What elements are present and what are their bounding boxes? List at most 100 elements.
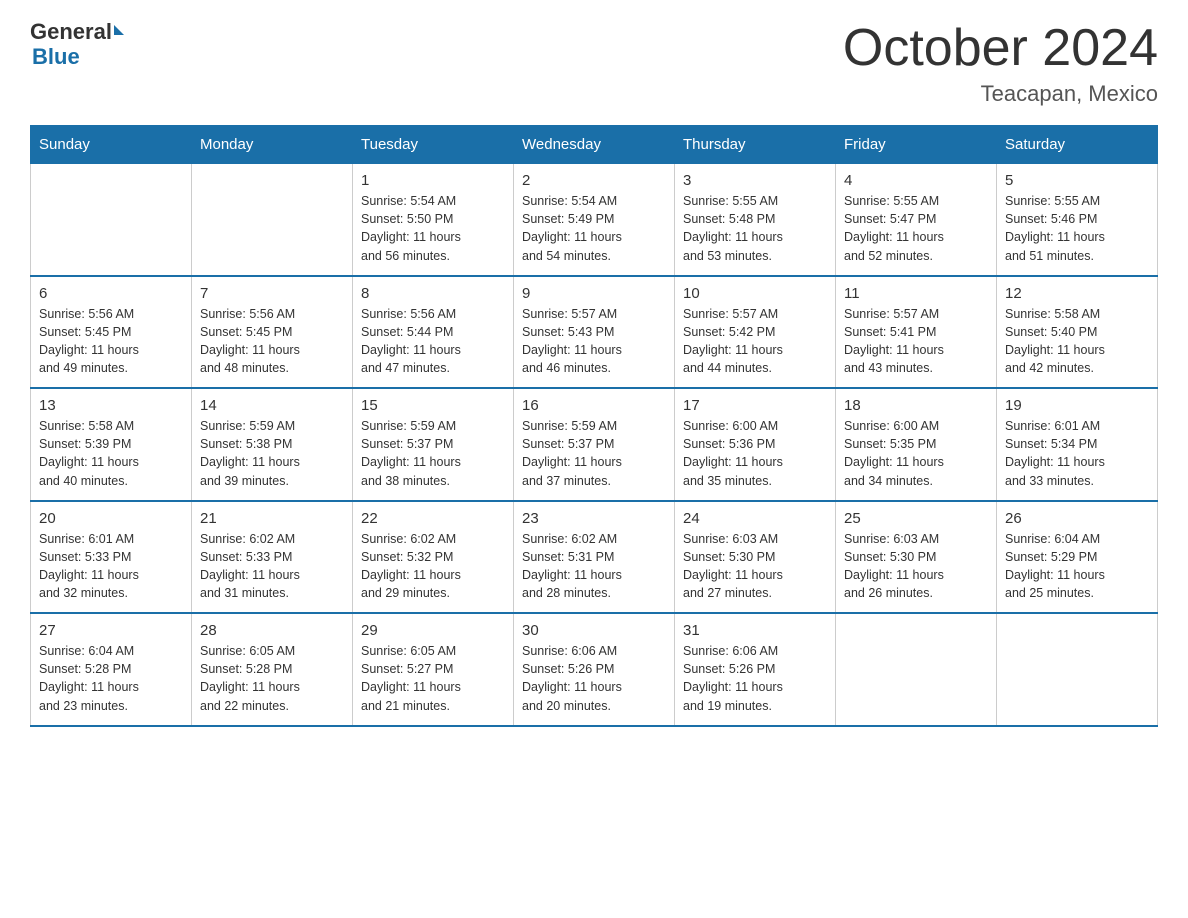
day-number: 13 <box>39 397 183 414</box>
calendar-cell <box>836 613 997 726</box>
day-number: 24 <box>683 510 827 527</box>
day-number: 30 <box>522 622 666 639</box>
day-info: Sunrise: 5:57 AM Sunset: 5:41 PM Dayligh… <box>844 305 988 378</box>
day-number: 14 <box>200 397 344 414</box>
day-number: 17 <box>683 397 827 414</box>
calendar-cell: 3 Sunrise: 5:55 AM Sunset: 5:48 PM Daylig… <box>675 164 836 276</box>
day-number: 25 <box>844 510 988 527</box>
day-number: 6 <box>39 285 183 302</box>
day-info: Sunrise: 5:54 AM Sunset: 5:50 PM Dayligh… <box>361 192 505 265</box>
day-number: 1 <box>361 172 505 189</box>
calendar-week-row: 1 Sunrise: 5:54 AM Sunset: 5:50 PM Daylig… <box>31 164 1158 276</box>
day-number: 8 <box>361 285 505 302</box>
page-header: General Blue October 2024 Teacapan, Mexi… <box>30 20 1158 107</box>
title-section: October 2024 Teacapan, Mexico <box>843 20 1158 107</box>
day-number: 7 <box>200 285 344 302</box>
calendar-cell: 29 Sunrise: 6:05 AM Sunset: 5:27 PM Dayli… <box>353 613 514 726</box>
calendar-cell <box>997 613 1158 726</box>
day-info: Sunrise: 6:03 AM Sunset: 5:30 PM Dayligh… <box>844 530 988 603</box>
calendar-cell: 9 Sunrise: 5:57 AM Sunset: 5:43 PM Daylig… <box>514 276 675 389</box>
day-info: Sunrise: 5:55 AM Sunset: 5:47 PM Dayligh… <box>844 192 988 265</box>
day-number: 16 <box>522 397 666 414</box>
calendar-cell: 17 Sunrise: 6:00 AM Sunset: 5:36 PM Dayli… <box>675 388 836 501</box>
weekday-header-saturday: Saturday <box>997 126 1158 164</box>
day-info: Sunrise: 6:00 AM Sunset: 5:35 PM Dayligh… <box>844 417 988 490</box>
day-number: 22 <box>361 510 505 527</box>
day-info: Sunrise: 6:04 AM Sunset: 5:29 PM Dayligh… <box>1005 530 1149 603</box>
day-number: 11 <box>844 285 988 302</box>
weekday-header-monday: Monday <box>192 126 353 164</box>
calendar-cell: 8 Sunrise: 5:56 AM Sunset: 5:44 PM Daylig… <box>353 276 514 389</box>
calendar-cell: 21Sunrise: 6:02 AM Sunset: 5:33 PM Dayli… <box>192 501 353 614</box>
calendar-table: SundayMondayTuesdayWednesdayThursdayFrid… <box>30 125 1158 727</box>
day-number: 9 <box>522 285 666 302</box>
day-number: 31 <box>683 622 827 639</box>
day-number: 29 <box>361 622 505 639</box>
weekday-header-sunday: Sunday <box>31 126 192 164</box>
calendar-cell: 30Sunrise: 6:06 AM Sunset: 5:26 PM Dayli… <box>514 613 675 726</box>
calendar-cell: 11 Sunrise: 5:57 AM Sunset: 5:41 PM Dayli… <box>836 276 997 389</box>
calendar-cell: 6 Sunrise: 5:56 AM Sunset: 5:45 PM Daylig… <box>31 276 192 389</box>
main-title: October 2024 <box>843 20 1158 77</box>
calendar-cell: 27 Sunrise: 6:04 AM Sunset: 5:28 PM Dayli… <box>31 613 192 726</box>
calendar-cell <box>31 164 192 276</box>
day-info: Sunrise: 5:58 AM Sunset: 5:40 PM Dayligh… <box>1005 305 1149 378</box>
logo-blue: Blue <box>32 44 124 70</box>
day-info: Sunrise: 5:55 AM Sunset: 5:48 PM Dayligh… <box>683 192 827 265</box>
day-info: Sunrise: 6:01 AM Sunset: 5:34 PM Dayligh… <box>1005 417 1149 490</box>
day-info: Sunrise: 5:59 AM Sunset: 5:37 PM Dayligh… <box>522 417 666 490</box>
day-info: Sunrise: 6:02 AM Sunset: 5:32 PM Dayligh… <box>361 530 505 603</box>
calendar-cell: 15Sunrise: 5:59 AM Sunset: 5:37 PM Dayli… <box>353 388 514 501</box>
day-number: 5 <box>1005 172 1149 189</box>
day-number: 12 <box>1005 285 1149 302</box>
logo-arrow-icon <box>114 25 124 35</box>
day-info: Sunrise: 5:57 AM Sunset: 5:43 PM Dayligh… <box>522 305 666 378</box>
logo-general: General <box>30 20 112 44</box>
day-number: 26 <box>1005 510 1149 527</box>
calendar-cell: 23Sunrise: 6:02 AM Sunset: 5:31 PM Dayli… <box>514 501 675 614</box>
weekday-header-friday: Friday <box>836 126 997 164</box>
calendar-cell: 24 Sunrise: 6:03 AM Sunset: 5:30 PM Dayli… <box>675 501 836 614</box>
calendar-cell: 25 Sunrise: 6:03 AM Sunset: 5:30 PM Dayli… <box>836 501 997 614</box>
calendar-cell: 20Sunrise: 6:01 AM Sunset: 5:33 PM Dayli… <box>31 501 192 614</box>
day-number: 10 <box>683 285 827 302</box>
calendar-cell: 5 Sunrise: 5:55 AM Sunset: 5:46 PM Daylig… <box>997 164 1158 276</box>
day-number: 15 <box>361 397 505 414</box>
weekday-header-thursday: Thursday <box>675 126 836 164</box>
calendar-cell: 10Sunrise: 5:57 AM Sunset: 5:42 PM Dayli… <box>675 276 836 389</box>
day-info: Sunrise: 5:59 AM Sunset: 5:38 PM Dayligh… <box>200 417 344 490</box>
calendar-week-row: 6 Sunrise: 5:56 AM Sunset: 5:45 PM Daylig… <box>31 276 1158 389</box>
day-info: Sunrise: 6:03 AM Sunset: 5:30 PM Dayligh… <box>683 530 827 603</box>
day-info: Sunrise: 6:00 AM Sunset: 5:36 PM Dayligh… <box>683 417 827 490</box>
calendar-cell: 2 Sunrise: 5:54 AM Sunset: 5:49 PM Daylig… <box>514 164 675 276</box>
day-info: Sunrise: 6:05 AM Sunset: 5:27 PM Dayligh… <box>361 642 505 715</box>
day-number: 18 <box>844 397 988 414</box>
weekday-header-wednesday: Wednesday <box>514 126 675 164</box>
day-number: 28 <box>200 622 344 639</box>
day-number: 2 <box>522 172 666 189</box>
calendar-cell: 31 Sunrise: 6:06 AM Sunset: 5:26 PM Dayli… <box>675 613 836 726</box>
day-info: Sunrise: 6:01 AM Sunset: 5:33 PM Dayligh… <box>39 530 183 603</box>
day-info: Sunrise: 5:54 AM Sunset: 5:49 PM Dayligh… <box>522 192 666 265</box>
logo: General Blue <box>30 20 124 70</box>
calendar-cell: 19 Sunrise: 6:01 AM Sunset: 5:34 PM Dayli… <box>997 388 1158 501</box>
day-info: Sunrise: 5:56 AM Sunset: 5:44 PM Dayligh… <box>361 305 505 378</box>
day-number: 3 <box>683 172 827 189</box>
day-info: Sunrise: 6:04 AM Sunset: 5:28 PM Dayligh… <box>39 642 183 715</box>
day-number: 19 <box>1005 397 1149 414</box>
calendar-week-row: 20Sunrise: 6:01 AM Sunset: 5:33 PM Dayli… <box>31 501 1158 614</box>
day-info: Sunrise: 5:55 AM Sunset: 5:46 PM Dayligh… <box>1005 192 1149 265</box>
day-info: Sunrise: 5:56 AM Sunset: 5:45 PM Dayligh… <box>39 305 183 378</box>
calendar-cell: 4Sunrise: 5:55 AM Sunset: 5:47 PM Daylig… <box>836 164 997 276</box>
calendar-cell: 28Sunrise: 6:05 AM Sunset: 5:28 PM Dayli… <box>192 613 353 726</box>
day-info: Sunrise: 6:06 AM Sunset: 5:26 PM Dayligh… <box>683 642 827 715</box>
calendar-cell <box>192 164 353 276</box>
weekday-header-tuesday: Tuesday <box>353 126 514 164</box>
weekday-header-row: SundayMondayTuesdayWednesdayThursdayFrid… <box>31 126 1158 164</box>
subtitle: Teacapan, Mexico <box>843 81 1158 107</box>
day-number: 23 <box>522 510 666 527</box>
calendar-cell: 26 Sunrise: 6:04 AM Sunset: 5:29 PM Dayli… <box>997 501 1158 614</box>
calendar-week-row: 27 Sunrise: 6:04 AM Sunset: 5:28 PM Dayli… <box>31 613 1158 726</box>
calendar-cell: 18 Sunrise: 6:00 AM Sunset: 5:35 PM Dayli… <box>836 388 997 501</box>
day-number: 27 <box>39 622 183 639</box>
